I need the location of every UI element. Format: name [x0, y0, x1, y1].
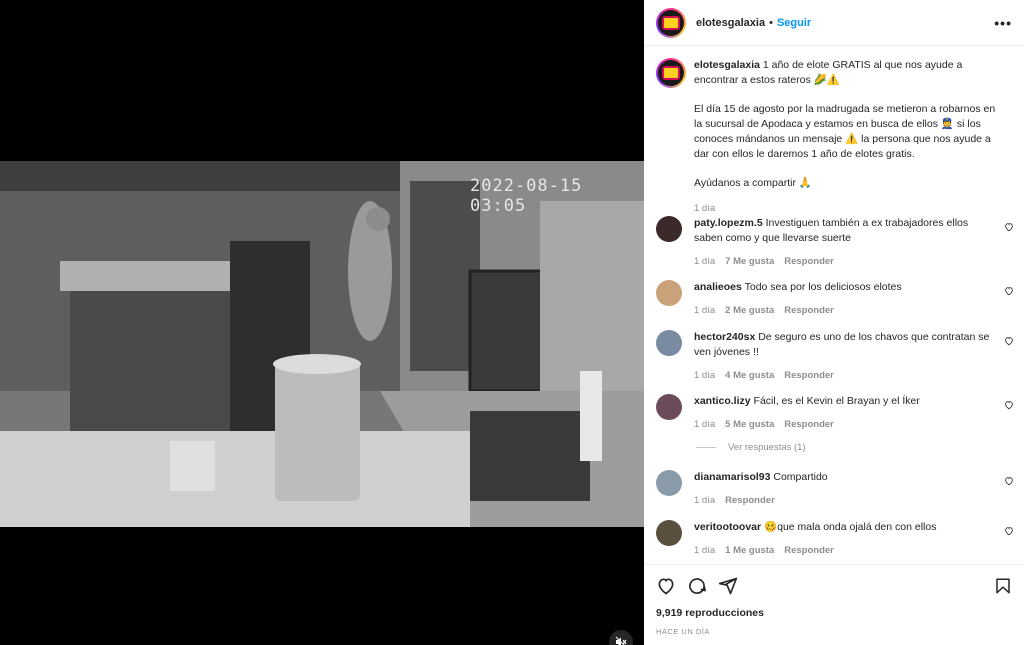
comment-item: veritootoovar 🥴que mala onda ojalá den c… [656, 520, 1016, 558]
comment-username[interactable]: xantico.lizy [694, 395, 751, 407]
profile-avatar[interactable] [656, 7, 686, 38]
comment-avatar[interactable] [656, 280, 682, 306]
reply-button[interactable]: Responder [725, 493, 775, 508]
reply-button[interactable]: Responder [784, 303, 834, 318]
comment-text: Fácil, es el Kevin el Brayan y el Íker [753, 395, 920, 407]
view-replies-button[interactable]: Ver respuestas (1) [696, 442, 806, 453]
post-caption: elotesgalaxia 1 año de elote GRATIS al q… [656, 58, 1006, 216]
header-username[interactable]: elotesgalaxia [696, 17, 765, 29]
replies-line [696, 447, 716, 448]
comment-time: 1 día [694, 495, 716, 506]
comment-time: 1 día [694, 370, 716, 381]
brand-logo-icon [662, 66, 680, 80]
brand-logo-icon [662, 15, 680, 30]
caption-paragraph: El día 15 de agosto por la madrugada se … [694, 103, 996, 160]
comment-text: 🥴que mala onda ojalá den con ellos [764, 521, 937, 533]
heart-icon[interactable] [1004, 400, 1014, 410]
post-actions: 9,919 reproducciones HACE UN DÍA [644, 564, 1024, 645]
comment-likes[interactable]: 5 Me gusta [725, 417, 774, 432]
comment-likes[interactable]: 2 Me gusta [725, 303, 774, 318]
comment-username[interactable]: hector240sx [694, 331, 755, 343]
comment-avatar[interactable] [656, 330, 682, 356]
more-options-icon[interactable]: ••• [994, 15, 1012, 31]
header-separator: • [769, 16, 773, 29]
caption-time: 1 día [694, 203, 716, 214]
comment-item: dianamarisol93 Compartido 1 día Responde… [656, 470, 1016, 508]
comment-username[interactable]: paty.lopezm.5 [694, 217, 763, 229]
post-time: HACE UN DÍA [656, 627, 710, 636]
comment-username[interactable]: veritootoovar [694, 521, 761, 533]
comment-avatar[interactable] [656, 394, 682, 420]
like-heart-icon[interactable] [656, 576, 676, 596]
post-sidebar: elotesgalaxia • Seguir ••• elotesgalaxia… [644, 0, 1024, 645]
comment-avatar[interactable] [656, 470, 682, 496]
speaker-muted-icon [615, 636, 627, 645]
comment-likes[interactable]: 1 Me gusta [725, 543, 774, 558]
reply-button[interactable]: Responder [784, 417, 834, 432]
comment-text: Compartido [773, 471, 828, 483]
comment-time: 1 día [694, 305, 716, 316]
caption-paragraph: Ayúdanos a compartir 🙏 [694, 177, 812, 189]
heart-icon[interactable] [1004, 286, 1014, 296]
comment-item: hector240sx De seguro es uno de los chav… [656, 330, 1016, 383]
comment-bubble-icon[interactable] [687, 576, 707, 596]
comment-avatar[interactable] [656, 520, 682, 546]
view-count: 9,919 reproducciones [656, 607, 764, 619]
heart-icon[interactable] [1004, 476, 1014, 486]
video-timestamp: 2022-08-15 03:05 [470, 176, 583, 216]
caption-avatar[interactable] [656, 58, 686, 88]
comment-time: 1 día [694, 419, 716, 430]
media-area: 2022-08-15 03:05 [0, 0, 644, 645]
comment-time: 1 día [694, 545, 716, 556]
heart-icon[interactable] [1004, 222, 1014, 232]
comment-likes[interactable]: 4 Me gusta [725, 368, 774, 383]
comment-item: analieoes Todo sea por los deliciosos el… [656, 280, 1016, 318]
mute-button[interactable] [609, 630, 633, 645]
post-header: elotesgalaxia • Seguir ••• [644, 0, 1024, 46]
comment-time: 1 día [694, 256, 716, 267]
reply-button[interactable]: Responder [784, 368, 834, 383]
comment-item: xantico.lizy Fácil, es el Kevin el Braya… [656, 394, 1016, 432]
comment-avatar[interactable] [656, 216, 682, 242]
heart-icon[interactable] [1004, 336, 1014, 346]
comment-username[interactable]: analieoes [694, 281, 742, 293]
reply-button[interactable]: Responder [784, 543, 834, 558]
comment-username[interactable]: dianamarisol93 [694, 471, 770, 483]
reply-button[interactable]: Responder [784, 254, 834, 269]
share-send-icon[interactable] [718, 576, 738, 596]
comment-text: Todo sea por los deliciosos elotes [744, 281, 902, 293]
bookmark-icon[interactable] [994, 576, 1012, 596]
follow-button[interactable]: Seguir [777, 17, 811, 29]
comment-likes[interactable]: 7 Me gusta [725, 254, 774, 269]
instagram-post-viewer: 2022-08-15 03:05 elotesgalaxia • Seguir … [0, 0, 1024, 645]
comment-item: paty.lopezm.5 Investiguen también a ex t… [656, 216, 1016, 269]
caption-username[interactable]: elotesgalaxia [694, 59, 760, 71]
heart-icon[interactable] [1004, 526, 1014, 536]
view-replies-label: Ver respuestas (1) [728, 442, 806, 453]
